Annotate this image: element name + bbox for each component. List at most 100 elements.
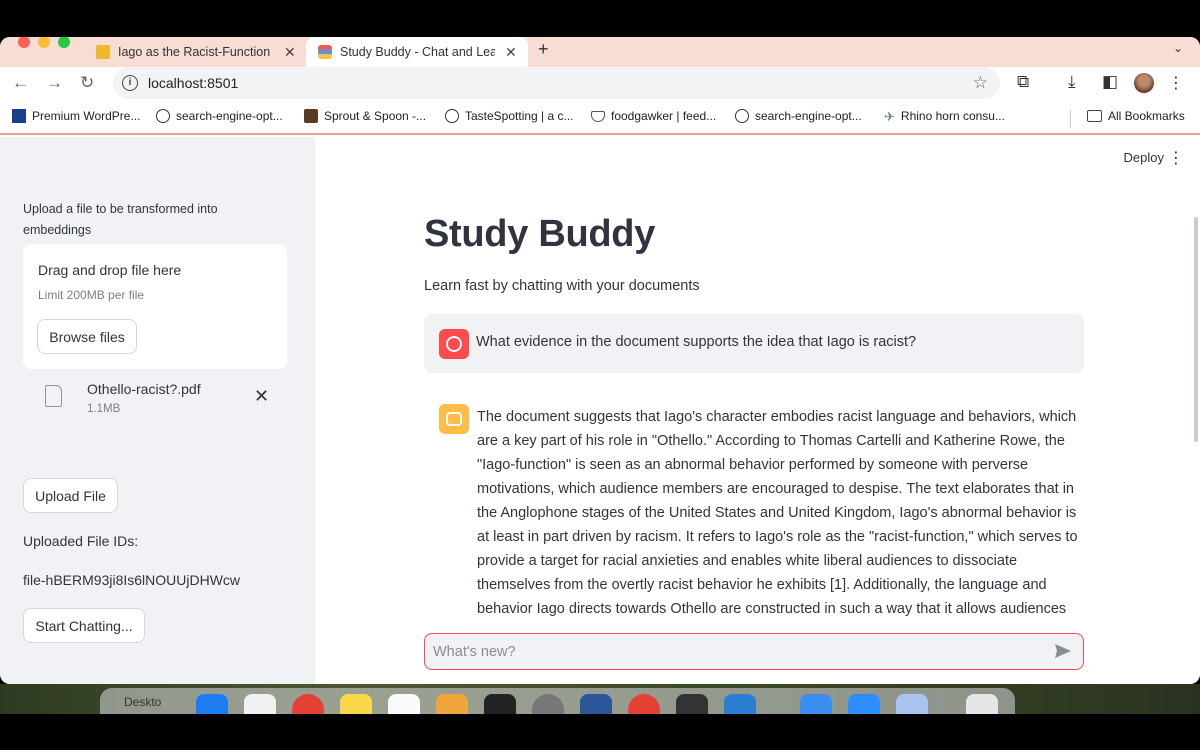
rhino-icon: ✈	[884, 109, 895, 124]
browse-files-button[interactable]: Browse files	[37, 319, 137, 354]
forward-arrow-icon[interactable]: →	[46, 73, 63, 93]
bookmark-label: foodgawker | feed...	[611, 109, 717, 123]
bookmarks-divider	[1070, 110, 1071, 128]
tab-close-icon[interactable]: ✕	[284, 44, 296, 61]
download-icon[interactable]: ⤓	[1068, 72, 1076, 92]
browser-menu-icon[interactable]: ⋮	[1168, 73, 1184, 93]
reminders-icon[interactable]	[388, 694, 420, 714]
chrome-icon[interactable]	[292, 694, 324, 714]
bookmark-item[interactable]: foodgawker | feed...	[591, 109, 716, 123]
file-name: Othello-racist?.pdf	[87, 381, 201, 397]
launchpad-icon[interactable]	[244, 694, 276, 714]
send-icon[interactable]	[1053, 641, 1073, 661]
user-message-text: What evidence in the document supports t…	[476, 334, 917, 350]
sprout-icon	[304, 109, 318, 123]
side-panel-icon[interactable]: ◧	[1102, 72, 1118, 92]
page-subtitle: Learn fast by chatting with your documen…	[424, 278, 700, 294]
preview-icon[interactable]	[896, 694, 928, 714]
uploaded-ids-label: Uploaded File IDs:	[23, 533, 139, 549]
app-menu-icon[interactable]: ⋮	[1168, 148, 1184, 168]
user-message: What evidence in the document supports t…	[424, 314, 1084, 373]
comment-icon	[96, 45, 110, 59]
assistant-message-text: The document suggests that Iago's charac…	[477, 409, 1078, 617]
books-icon	[318, 45, 332, 59]
start-chatting-button[interactable]: Start Chatting...	[23, 608, 145, 643]
tab-study-buddy[interactable]: Study Buddy - Chat and Lear ✕	[306, 37, 528, 67]
tab-close-icon[interactable]: ✕	[505, 44, 517, 61]
screen: Iago as the Racist-Function in ✕ Study B…	[0, 0, 1200, 750]
file-icon	[45, 385, 62, 407]
settings-icon[interactable]	[532, 694, 564, 714]
inkscape-icon[interactable]	[676, 694, 708, 714]
chat-input[interactable]	[433, 640, 1033, 664]
browser-toolbar: ← → ↻ i localhost:8501 ☆ ⧉ ⤓ ◧ ⋮	[0, 67, 1200, 101]
zoom-icon[interactable]	[848, 694, 880, 714]
sidebar: Upload a file to be transformed into emb…	[0, 137, 315, 684]
file-size: 1.1MB	[87, 403, 121, 415]
extensions-puzzle-icon[interactable]: ⧉	[1017, 72, 1029, 92]
folder-icon	[1087, 110, 1102, 122]
streamlit-app: Upload a file to be transformed into emb…	[0, 137, 1200, 684]
assistant-avatar-icon	[439, 404, 469, 434]
upload-prompt: Upload a file to be transformed into emb…	[23, 202, 218, 237]
scrollbar[interactable]	[1194, 217, 1198, 442]
cup-icon	[591, 110, 605, 122]
tab-title: Iago as the Racist-Function in	[118, 45, 274, 59]
chat-input-box[interactable]	[424, 633, 1084, 670]
bookmark-label: search-engine-opt...	[755, 109, 862, 123]
robot-icon	[446, 412, 462, 426]
address-bar[interactable]: i localhost:8501 ☆	[113, 67, 1000, 99]
bookmark-label: search-engine-opt...	[176, 109, 283, 123]
bookmarks-bar: Premium WordPre... search-engine-opt... …	[0, 101, 1200, 135]
tab-title: Study Buddy - Chat and Lear	[340, 45, 495, 59]
dock: Deskto	[100, 688, 1015, 714]
face-icon	[446, 336, 462, 352]
notes-icon[interactable]	[340, 694, 372, 714]
browser-window: Iago as the Racist-Function in ✕ Study B…	[0, 37, 1200, 684]
bookmark-star-icon[interactable]: ☆	[973, 73, 988, 93]
back-arrow-icon[interactable]: ←	[12, 73, 29, 93]
tab-iago[interactable]: Iago as the Racist-Function in ✕	[92, 37, 304, 67]
reload-icon[interactable]: ↻	[80, 73, 94, 93]
all-bookmarks-button[interactable]: All Bookmarks	[1087, 109, 1185, 123]
deploy-button[interactable]: Deploy	[1124, 150, 1164, 165]
dock-desktop-label[interactable]: Deskto	[124, 695, 161, 709]
bookmark-item[interactable]: search-engine-opt...	[156, 109, 283, 123]
vscode-icon[interactable]	[724, 694, 756, 714]
globe-icon	[156, 109, 170, 123]
trash-icon[interactable]	[966, 694, 998, 714]
upload-file-button[interactable]: Upload File	[23, 478, 118, 513]
site-info-icon[interactable]: i	[122, 75, 138, 91]
bookmark-item[interactable]: search-engine-opt...	[735, 109, 862, 123]
bookmark-item[interactable]: TasteSpotting | a c...	[445, 109, 574, 123]
finder-icon[interactable]	[196, 694, 228, 714]
user-avatar-icon	[439, 329, 469, 359]
bookmark-item[interactable]: Sprout & Spoon -...	[304, 109, 426, 123]
letterbox-bar	[0, 714, 1200, 750]
word-icon[interactable]	[580, 694, 612, 714]
photos-icon[interactable]	[436, 694, 468, 714]
main-content: Deploy ⋮ Study Buddy Learn fast by chatt…	[315, 137, 1200, 684]
window-controls	[18, 37, 70, 48]
remove-file-icon[interactable]: ✕	[254, 386, 269, 407]
terminal-icon[interactable]	[484, 694, 516, 714]
tab-strip: Iago as the Racist-Function in ✕ Study B…	[0, 37, 1200, 67]
bookmark-item[interactable]: Premium WordPre...	[12, 109, 140, 123]
file-dropzone[interactable]: Drag and drop file here Limit 200MB per …	[23, 244, 287, 369]
bookmark-item[interactable]: ✈ Rhino horn consu...	[884, 109, 1005, 124]
dropzone-limit: Limit 200MB per file	[38, 288, 145, 302]
uploaded-file-row: Othello-racist?.pdf 1.1MB ✕	[23, 377, 287, 427]
close-window-button[interactable]	[18, 37, 30, 48]
assistant-message: The document suggests that Iago's charac…	[424, 403, 1084, 618]
mail-icon[interactable]	[800, 694, 832, 714]
chrome-icon[interactable]	[628, 694, 660, 714]
new-tab-button[interactable]: +	[538, 39, 549, 60]
page-title: Study Buddy	[424, 213, 656, 255]
zoom-window-button[interactable]	[58, 37, 70, 48]
globe-icon	[735, 109, 749, 123]
minimize-window-button[interactable]	[38, 37, 50, 48]
file-id-value: file-hBERM93ji8Is6lNOUUjDHWcw	[23, 572, 241, 588]
tab-search-chevron-icon[interactable]: ⌄	[1166, 41, 1190, 61]
profile-avatar[interactable]	[1134, 73, 1154, 93]
address-url[interactable]: localhost:8501	[148, 75, 238, 91]
